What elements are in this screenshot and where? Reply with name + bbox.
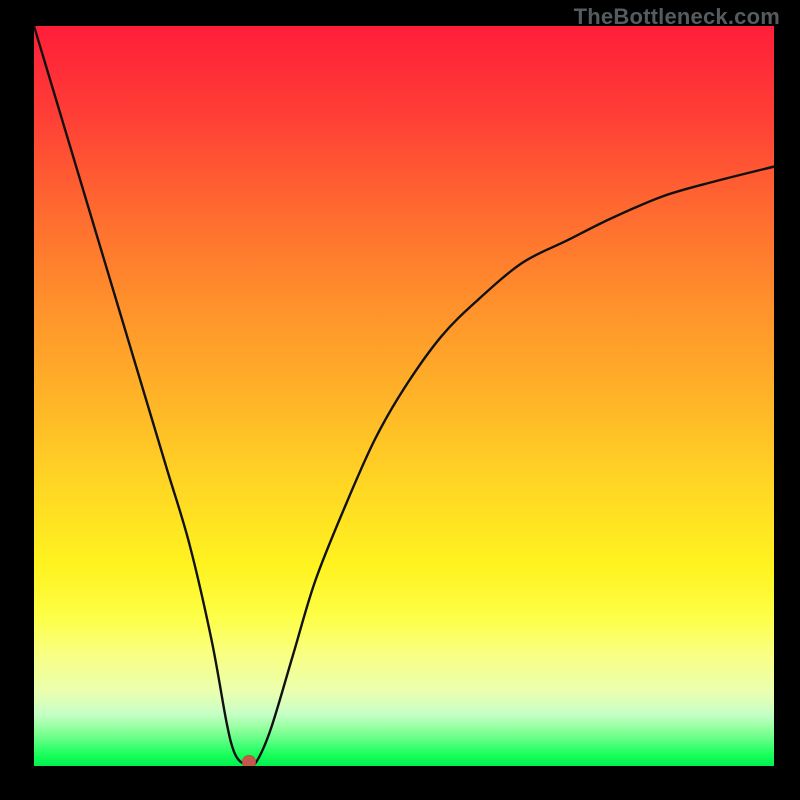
optimum-marker-icon: [242, 755, 256, 766]
chart-frame: TheBottleneck.com: [0, 0, 800, 800]
curve-path: [34, 26, 774, 765]
plot-area: [34, 26, 774, 766]
bottleneck-curve: [34, 26, 774, 766]
